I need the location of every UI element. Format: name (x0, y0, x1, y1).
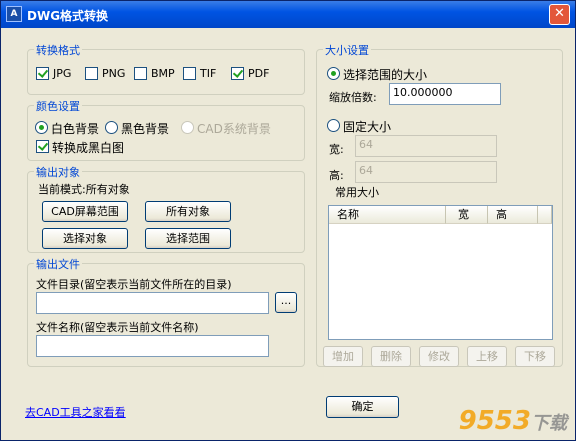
color-group: 颜色设置 白色背景 黑色背景 CAD系统背景 转换成黑白图 (27, 98, 305, 161)
color-group-title: 颜色设置 (34, 98, 82, 114)
close-button[interactable]: ✕ (549, 4, 570, 25)
output-file-title: 输出文件 (34, 256, 82, 272)
delete-button[interactable]: 删除 (371, 346, 411, 367)
cad-tools-link[interactable]: 去CAD工具之家看看 (25, 404, 126, 420)
png-label: PNG (102, 67, 126, 80)
format-group-title: 转换格式 (34, 42, 82, 58)
white-bg-radio[interactable] (35, 121, 48, 134)
move-up-button[interactable]: 上移 (467, 346, 507, 367)
black-bg-label: 黑色背景 (121, 122, 170, 136)
height-label: 高: (329, 169, 344, 182)
bmp-checkbox[interactable] (134, 67, 147, 80)
name-label: 文件名称(留空表示当前文件名称) (36, 321, 199, 334)
size-group: 大小设置 选择范围的大小 缩放倍数: 10.000000 固定大小 宽: 64 … (316, 42, 563, 367)
cad-bg-radio[interactable] (181, 121, 194, 134)
add-button[interactable]: 增加 (323, 346, 363, 367)
dir-label: 文件目录(留空表示当前文件所在的目录) (36, 278, 232, 291)
modify-button[interactable]: 修改 (419, 346, 459, 367)
watermark-brand: 9553 (458, 406, 531, 436)
dir-input[interactable] (36, 292, 269, 314)
width-label: 宽: (329, 143, 344, 156)
column-header-name[interactable]: 名称 (329, 206, 446, 224)
select-range-size-radio[interactable] (327, 67, 340, 80)
select-objects-button[interactable]: 选择对象 (42, 228, 128, 249)
window-title: DWG格式转换 (27, 9, 109, 23)
column-header-width[interactable]: 宽 (446, 206, 488, 224)
scale-input[interactable]: 10.000000 (389, 83, 501, 105)
height-input[interactable]: 64 (355, 161, 497, 183)
select-range-size-label: 选择范围的大小 (343, 68, 428, 82)
current-mode-label: 当前模式:所有对象 (38, 183, 130, 196)
select-range-button[interactable]: 选择范围 (145, 228, 231, 249)
jpg-label: JPG (53, 67, 72, 80)
app-icon: A (6, 6, 22, 22)
column-header-empty (538, 206, 552, 224)
output-object-title: 输出对象 (34, 164, 82, 180)
width-input[interactable]: 64 (355, 135, 497, 157)
name-input[interactable] (36, 335, 269, 357)
fixed-size-label: 固定大小 (343, 120, 392, 134)
common-sizes-list[interactable]: 名称 宽 高 (328, 205, 553, 340)
output-file-group: 输出文件 文件目录(留空表示当前文件所在的目录) ... 文件名称(留空表示当前… (27, 256, 305, 367)
title-bar[interactable]: A DWG格式转换 ✕ (1, 1, 575, 28)
common-sizes-label: 常用大小 (335, 186, 379, 199)
fixed-size-radio[interactable] (327, 119, 340, 132)
pdf-label: PDF (248, 67, 270, 80)
output-object-group: 输出对象 当前模式:所有对象 CAD屏幕范围 所有对象 选择对象 选择范围 (27, 164, 305, 253)
cad-bg-label: CAD系统背景 (197, 122, 271, 136)
black-bg-radio[interactable] (105, 121, 118, 134)
column-header-height[interactable]: 高 (488, 206, 538, 224)
watermark-suffix: 下载 (531, 413, 567, 434)
bmp-label: BMP (151, 67, 175, 80)
dialog-window: A DWG格式转换 ✕ 转换格式 JPG PNG BMP TIF PDF 颜色设… (0, 0, 576, 441)
white-bg-label: 白色背景 (51, 122, 100, 136)
convert-bw-label: 转换成黑白图 (52, 141, 125, 155)
jpg-checkbox[interactable] (36, 67, 49, 80)
browse-button[interactable]: ... (275, 292, 297, 313)
scale-label: 缩放倍数: (329, 91, 377, 104)
format-group: 转换格式 JPG PNG BMP TIF PDF (27, 42, 305, 95)
move-down-button[interactable]: 下移 (515, 346, 555, 367)
all-objects-button[interactable]: 所有对象 (145, 201, 231, 222)
tif-checkbox[interactable] (183, 67, 196, 80)
cad-screen-range-button[interactable]: CAD屏幕范围 (42, 201, 128, 222)
watermark-logo: 9553下载 (459, 406, 567, 436)
png-checkbox[interactable] (85, 67, 98, 80)
tif-label: TIF (200, 67, 217, 80)
size-group-title: 大小设置 (323, 42, 371, 58)
ok-button[interactable]: 确定 (326, 396, 399, 418)
convert-bw-checkbox[interactable] (36, 140, 49, 153)
pdf-checkbox[interactable] (231, 67, 244, 80)
